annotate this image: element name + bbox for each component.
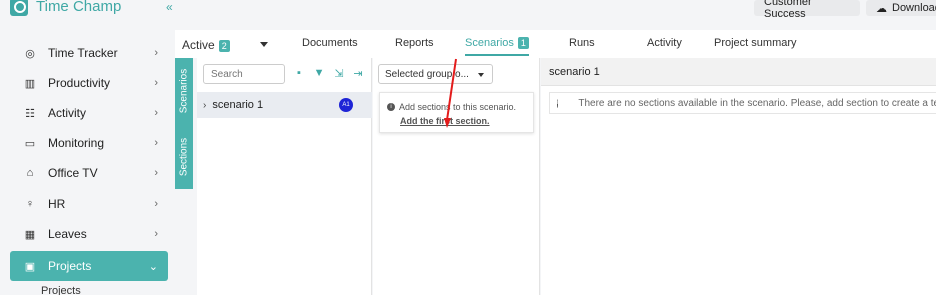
sidebar: Time Champ « ◎ Time Tracker › ▥ Producti… <box>0 0 175 295</box>
sidebar-item-label: HR <box>48 197 66 211</box>
chart-icon: ▥ <box>24 77 36 90</box>
filter-icon[interactable]: ▼ <box>314 67 325 79</box>
sidebar-item-label: Activity <box>48 106 87 120</box>
tab-runs[interactable]: Runs <box>569 37 595 49</box>
calendar-icon: ▦ <box>24 228 36 241</box>
add-first-section-link[interactable]: Add the first section. <box>400 116 490 126</box>
info-icon: i <box>557 98 559 108</box>
sidebar-item-label: Leaves <box>48 227 87 241</box>
tv-icon: ⌂ <box>26 167 34 179</box>
group-select-value: Selected group o... <box>385 68 469 80</box>
briefcase-icon: ▣ <box>24 260 36 273</box>
sidebar-item-office-tv[interactable]: ⌂ Office TV › <box>10 158 168 188</box>
user-icon: ♀ <box>25 198 35 210</box>
search-input[interactable] <box>203 64 285 84</box>
sidebar-item-label: Projects <box>48 259 92 273</box>
sidebar-item-projects[interactable]: ▣ Projects ⌄ <box>10 251 168 281</box>
app-name: Time Champ <box>36 0 122 15</box>
tab-scenarios[interactable]: Scenarios 1 <box>465 37 529 56</box>
tab-activity[interactable]: Activity <box>647 37 682 49</box>
scenario-detail-panel: scenario 1 i There are no sections avail… <box>541 58 936 295</box>
active-tab-indicator <box>465 54 529 56</box>
tree-row[interactable]: › scenario 1 A1 <box>197 92 372 118</box>
chevron-right-icon: › <box>154 228 158 240</box>
group-select[interactable]: Selected group o... <box>378 64 493 84</box>
sidebar-item-label: Time Tracker <box>48 46 118 60</box>
sidebar-item-label: Monitoring <box>48 136 105 150</box>
sidebar-subitem-projects[interactable]: Projects <box>41 285 81 295</box>
tab-reports[interactable]: Reports <box>395 37 434 49</box>
app-logo[interactable]: Time Champ <box>10 0 121 18</box>
collapse-sidebar-icon[interactable]: « <box>166 0 173 14</box>
project-tabs: Active 2 Documents Reports Scenarios 1 Run… <box>175 30 936 58</box>
sidebar-item-leaves[interactable]: ▦ Leaves › <box>10 219 168 249</box>
chevron-right-icon: › <box>154 198 158 210</box>
no-sections-message-text: There are no sections available in the s… <box>578 97 936 109</box>
chevron-right-icon: › <box>154 47 158 59</box>
empty-sections-text: Add sections to this scenario. <box>399 102 517 112</box>
sections-side-tab[interactable]: Sections <box>175 124 193 189</box>
customer-success-label: Customer Success <box>764 0 812 20</box>
avatar: A1 <box>339 98 353 112</box>
sidebar-item-monitoring[interactable]: ▭ Monitoring › <box>10 128 168 158</box>
scenario-tree-panel: ▪ ▼ ⇲ ⇥ › scenario 1 A1 <box>197 58 372 295</box>
sidebar-item-label: Office TV <box>48 166 98 180</box>
download-button[interactable]: ☁ Download <box>866 0 936 16</box>
chevron-down-icon: ⌄ <box>148 260 158 273</box>
tab-scenarios-label: Scenarios <box>465 37 514 49</box>
tab-project-summary[interactable]: Project summary <box>714 37 797 49</box>
tree-row-label: scenario 1 <box>212 99 264 111</box>
chevron-right-icon[interactable]: › <box>203 100 206 111</box>
section-groups-panel: Selected group o... i Add sections to th… <box>373 58 540 295</box>
empty-sections-card: i Add sections to this scenario. Add the… <box>379 92 534 133</box>
clock-logo-icon <box>10 0 28 16</box>
caret-down-icon <box>478 73 484 77</box>
scenarios-side-tab-label: Scenarios <box>178 68 190 114</box>
scenario-detail-title: scenario 1 <box>541 58 936 86</box>
customer-success-button[interactable]: Customer Success <box>754 0 860 20</box>
sidebar-item-activity[interactable]: ☷ Activity › <box>10 98 168 128</box>
sidebar-item-time-tracker[interactable]: ◎ Time Tracker › <box>10 38 168 68</box>
import-icon[interactable]: ⇲ <box>334 68 344 80</box>
scenarios-side-tab[interactable]: Scenarios <box>175 58 193 124</box>
tab-documents[interactable]: Documents <box>302 37 358 49</box>
status-filter[interactable]: Active 2 <box>182 38 230 52</box>
chevron-right-icon: › <box>154 107 158 119</box>
add-icon[interactable]: ▪ <box>294 67 304 79</box>
no-sections-message: i There are no sections available in the… <box>549 92 936 114</box>
activity-icon: ☷ <box>25 107 35 120</box>
monitor-icon: ▭ <box>24 137 36 150</box>
sections-side-tab-label: Sections <box>178 137 190 176</box>
target-icon: ◎ <box>25 47 35 60</box>
download-label: Download <box>892 2 936 14</box>
sidebar-item-hr[interactable]: ♀ HR › <box>10 189 168 219</box>
chevron-right-icon: › <box>154 167 158 179</box>
export-icon[interactable]: ⇥ <box>353 68 363 80</box>
chevron-right-icon: › <box>154 137 158 149</box>
info-icon: i <box>387 103 395 111</box>
sidebar-item-label: Productivity <box>48 76 111 90</box>
sidebar-item-productivity[interactable]: ▥ Productivity › <box>10 68 168 98</box>
cloud-download-icon: ☁ <box>876 2 887 15</box>
scenarios-count-badge: 1 <box>517 37 529 49</box>
status-filter-label: Active <box>182 38 215 52</box>
chevron-right-icon: › <box>154 77 158 89</box>
caret-down-icon[interactable] <box>260 42 268 47</box>
status-count-badge: 2 <box>218 40 230 52</box>
